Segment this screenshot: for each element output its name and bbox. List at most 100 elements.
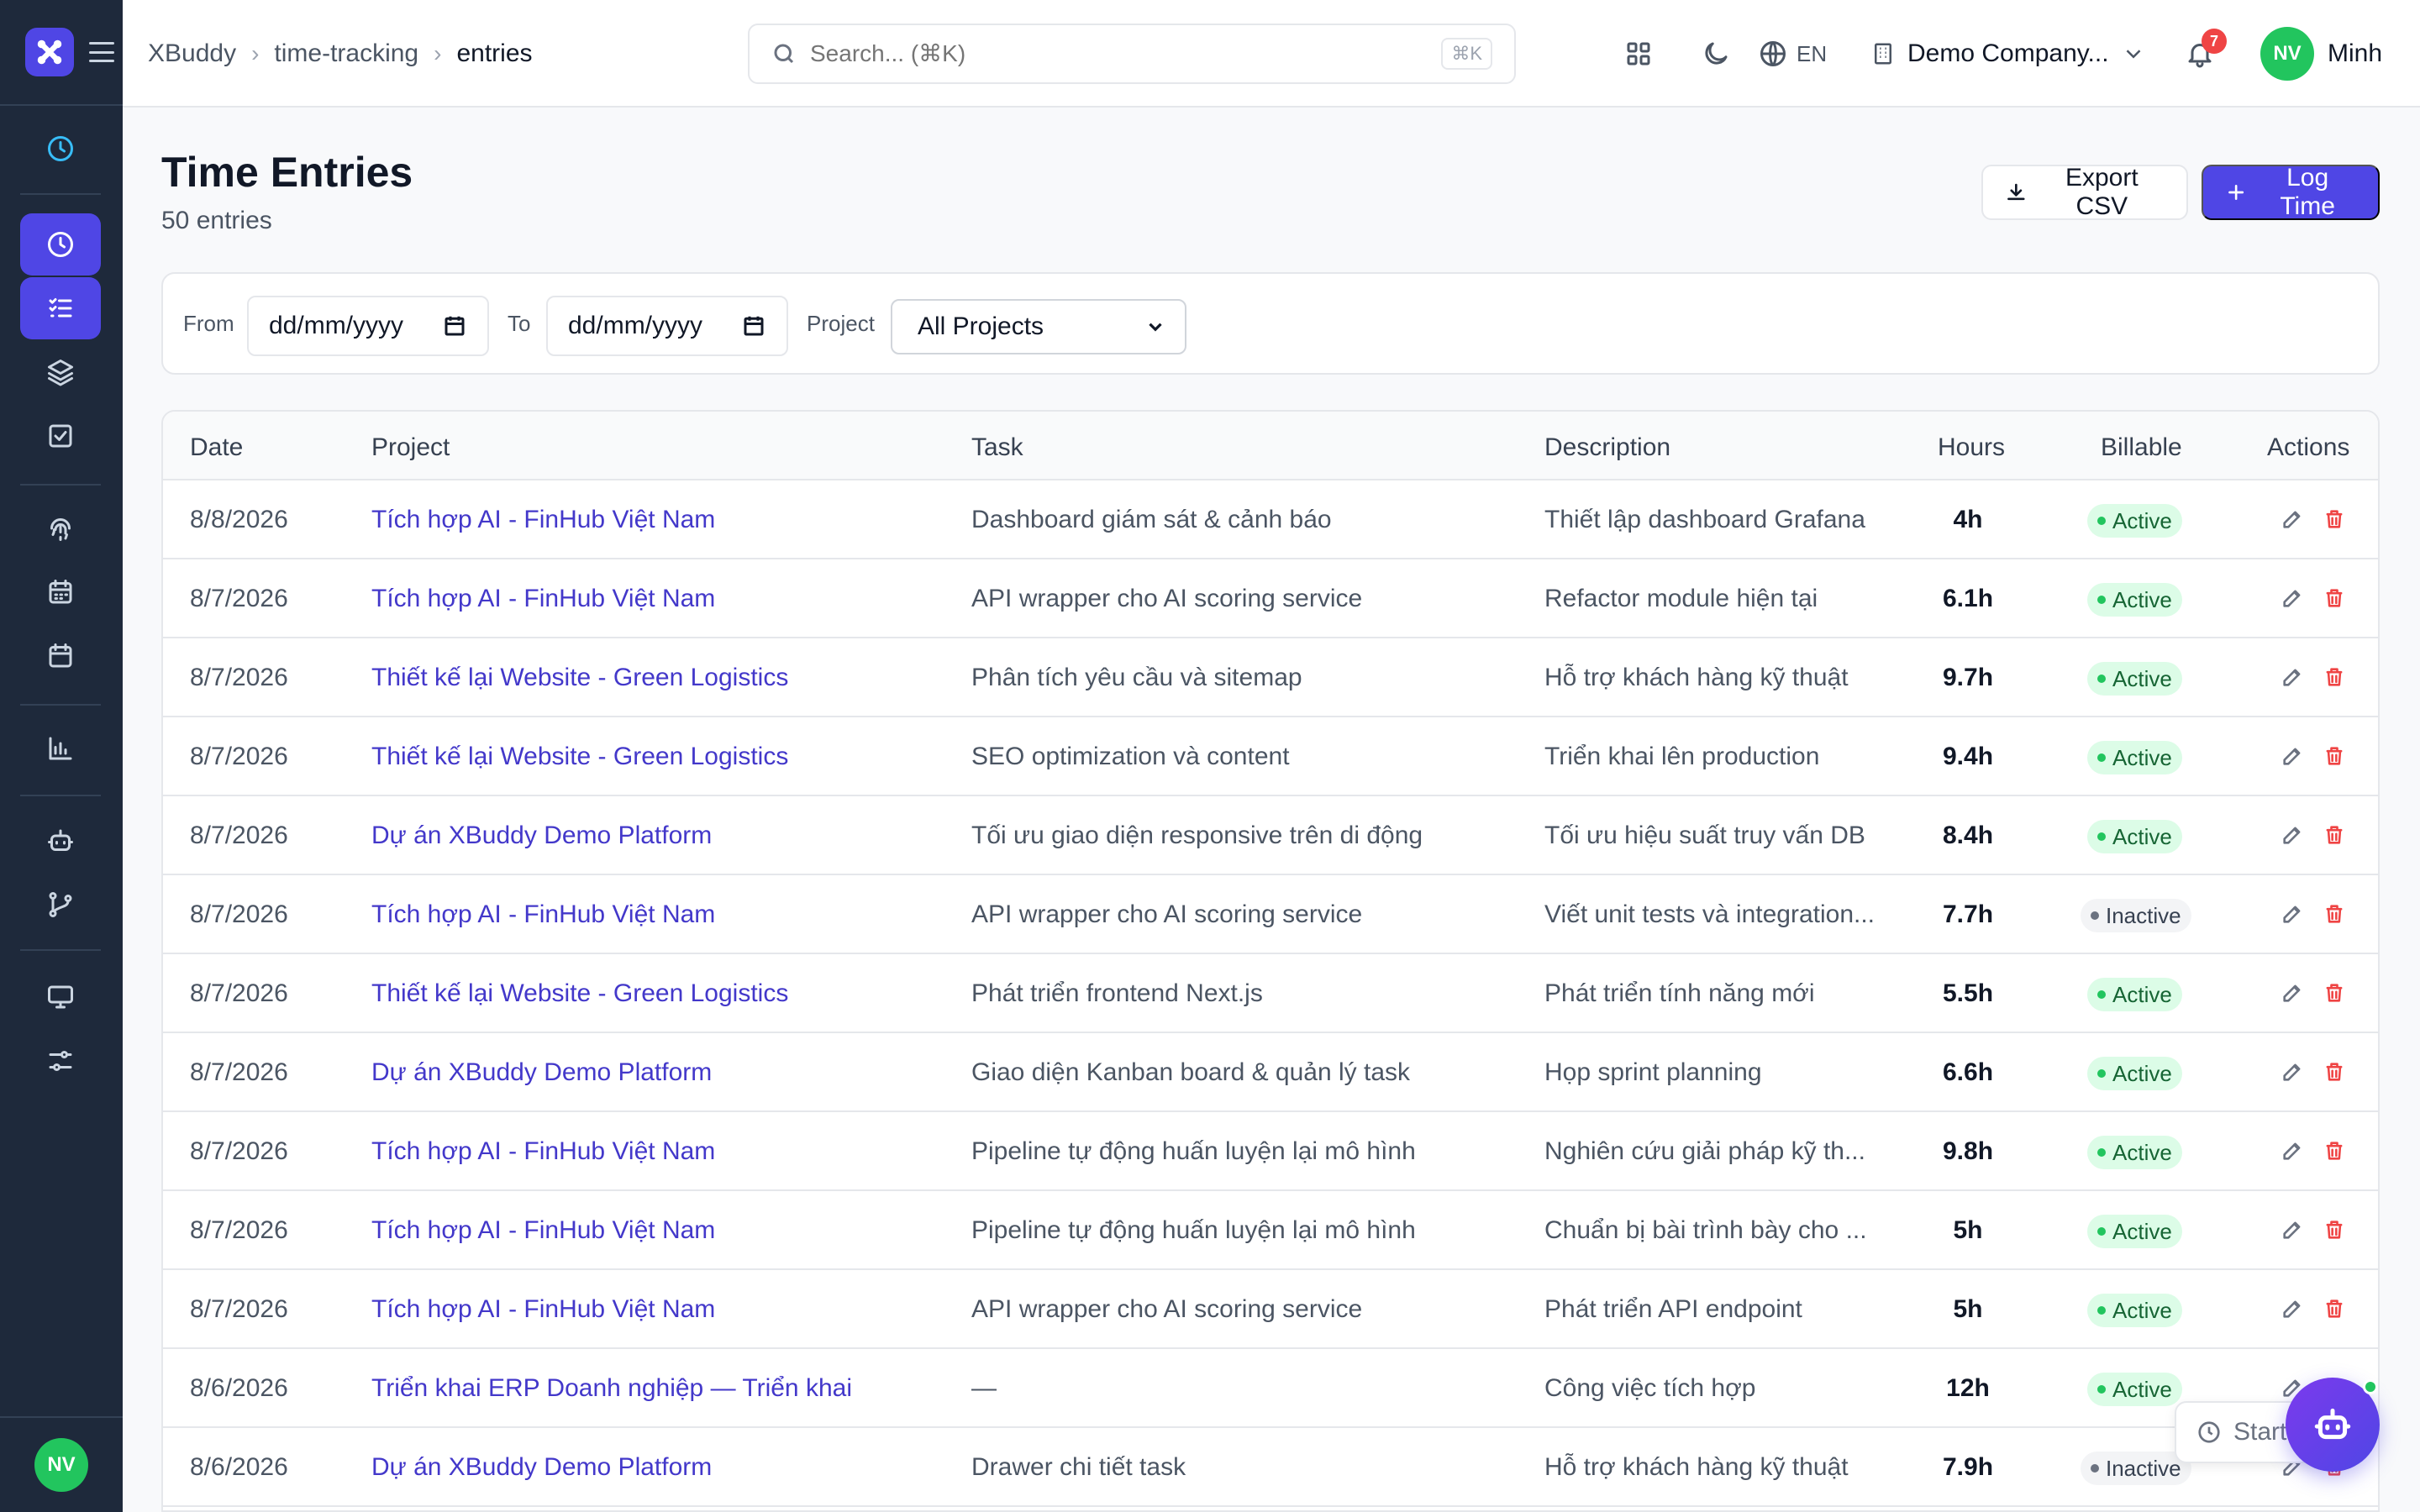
delete-entry-button[interactable] <box>2321 1216 2348 1243</box>
sidebar-item-workflows[interactable] <box>20 874 101 936</box>
delete-entry-button[interactable] <box>2321 585 2348 612</box>
sidebar-item-entries[interactable] <box>20 277 101 339</box>
delete-entry-button[interactable] <box>2321 1058 2348 1085</box>
entry-description: Công việc tích hợp <box>1544 1374 1756 1402</box>
edit-entry-button[interactable] <box>2279 979 2306 1006</box>
column-header-task[interactable]: Task <box>971 433 1023 462</box>
sidebar-divider <box>20 484 101 486</box>
column-header-project[interactable]: Project <box>371 433 450 462</box>
table-row[interactable]: 8/7/2026 Tích hợp AI - FinHub Việt Nam API… <box>163 875 2378 954</box>
edit-entry-button[interactable] <box>2279 1058 2306 1085</box>
sidebar-item-calendar[interactable] <box>20 625 101 687</box>
entry-project-link[interactable]: Tích hợp AI - FinHub Việt Nam <box>371 1137 715 1166</box>
sidebar-item-time-tracking[interactable] <box>20 213 101 276</box>
delete-entry-button[interactable] <box>2321 664 2348 690</box>
sidebar-item-settings[interactable] <box>20 1030 101 1092</box>
sidebar-divider <box>20 949 101 951</box>
global-search[interactable]: ⌘K <box>748 24 1516 84</box>
entry-project-link[interactable]: Thiết kế lại Website - Green Logistics <box>371 979 788 1008</box>
app-logo[interactable] <box>25 28 74 76</box>
entry-project-link[interactable]: Thiết kế lại Website - Green Logistics <box>371 743 788 771</box>
entry-project-link[interactable]: Dự án XBuddy Demo Platform <box>371 822 712 850</box>
fingerprint-icon <box>50 518 71 541</box>
delete-entry-button[interactable] <box>2321 506 2348 533</box>
delete-entry-button[interactable] <box>2321 1295 2348 1322</box>
entry-project-link[interactable]: Thiết kế lại Website - Green Logistics <box>371 664 788 692</box>
column-header-hours[interactable]: Hours <box>1938 433 2005 462</box>
project-select[interactable]: All Projects <box>891 299 1186 354</box>
table-row[interactable]: 8/7/2026 Tích hợp AI - FinHub Việt Nam API… <box>163 559 2378 638</box>
from-date-input[interactable]: dd/mm/yyyy <box>247 296 489 356</box>
column-header-billable[interactable]: Billable <box>2101 433 2182 462</box>
column-header-description[interactable]: Description <box>1544 433 1670 462</box>
edit-entry-button[interactable] <box>2279 585 2306 612</box>
billable-status-badge: Active <box>2087 978 2182 1011</box>
sidebar-item-projects[interactable] <box>20 341 101 403</box>
sidebar-item-ai-assistant[interactable] <box>20 810 101 872</box>
theme-toggle-button[interactable] <box>1694 32 1738 76</box>
sidebar-item-devices[interactable] <box>20 966 101 1028</box>
table-row[interactable]: 8/6/2026 Triển khai ERP Doanh nghiệp — Tr… <box>163 1349 2378 1428</box>
edit-entry-button[interactable] <box>2279 1295 2306 1322</box>
table-row[interactable]: 8/7/2026 Tích hợp AI - FinHub Việt Nam API… <box>163 1270 2378 1349</box>
billable-status-badge: Active <box>2087 1057 2182 1090</box>
entry-project-link[interactable]: Triển khai ERP Doanh nghiệp — Triển khai <box>371 1374 852 1403</box>
entry-project-link[interactable]: Tích hợp AI - FinHub Việt Nam <box>371 506 715 534</box>
language-switcher[interactable]: EN <box>1758 32 1827 76</box>
sidebar-item-attendance[interactable] <box>20 497 101 559</box>
table-row[interactable]: 8/6/2026 Dự án XBuddy Demo Platform Drawer… <box>163 1428 2378 1507</box>
user-menu[interactable]: NV Minh <box>2260 25 2382 82</box>
search-shortcut: ⌘K <box>1441 38 1492 70</box>
entry-hours: 7.7h <box>1942 900 1994 928</box>
table-row[interactable]: 8/7/2026 Tích hợp AI - FinHub Việt Nam Pip… <box>163 1191 2378 1270</box>
delete-entry-button[interactable] <box>2321 822 2348 848</box>
edit-entry-button[interactable] <box>2279 506 2306 533</box>
billable-status-badge: Active <box>2087 741 2182 774</box>
delete-entry-button[interactable] <box>2321 900 2348 927</box>
entry-project-link[interactable]: Tích hợp AI - FinHub Việt Nam <box>371 900 715 929</box>
column-header-date[interactable]: Date <box>190 433 243 462</box>
sidebar-item-timer[interactable] <box>20 118 101 180</box>
log-time-button[interactable]: Log Time <box>2202 164 2380 220</box>
delete-entry-button[interactable] <box>2321 979 2348 1006</box>
export-csv-button[interactable]: Export CSV <box>1981 164 2188 220</box>
table-row[interactable]: 8/8/2026 Tích hợp AI - FinHub Việt Nam Das… <box>163 480 2378 559</box>
sidebar-avatar[interactable]: NV <box>34 1438 88 1492</box>
table-row[interactable]: 8/7/2026 Dự án XBuddy Demo Platform Giao d… <box>163 1033 2378 1112</box>
table-row[interactable]: 8/7/2026 Dự án XBuddy Demo Platform Tối ưu… <box>163 796 2378 875</box>
entry-project-link[interactable]: Dự án XBuddy Demo Platform <box>371 1058 712 1087</box>
sidebar-item-schedule[interactable] <box>20 561 101 623</box>
status-dot <box>2097 675 2106 683</box>
to-date-input[interactable]: dd/mm/yyyy <box>546 296 788 356</box>
edit-entry-button[interactable] <box>2279 743 2306 769</box>
sidebar-item-tasks[interactable] <box>20 405 101 467</box>
entry-project-link[interactable]: Tích hợp AI - FinHub Việt Nam <box>371 1216 715 1245</box>
delete-entry-button[interactable] <box>2321 743 2348 769</box>
edit-entry-button[interactable] <box>2279 664 2306 690</box>
entry-date: 8/7/2026 <box>190 822 288 849</box>
table-row[interactable]: 8/7/2026 Thiết kế lại Website - Green Log… <box>163 717 2378 796</box>
menu-toggle-icon[interactable] <box>89 42 114 62</box>
edit-entry-button[interactable] <box>2279 822 2306 848</box>
breadcrumb-item-time-tracking[interactable]: time-tracking <box>274 39 418 68</box>
edit-entry-button[interactable] <box>2279 1216 2306 1243</box>
sidebar-item-reports[interactable] <box>20 717 101 780</box>
table-row[interactable]: 8/7/2026 Thiết kế lại Website - Green Log… <box>163 638 2378 717</box>
edit-entry-button[interactable] <box>2279 900 2306 927</box>
to-label: To <box>508 311 531 336</box>
notifications-button[interactable]: 7 <box>2178 29 2227 76</box>
entry-project-link[interactable]: Dự án XBuddy Demo Platform <box>371 1453 712 1482</box>
apps-grid-button[interactable] <box>1617 32 1660 76</box>
table-row[interactable]: 8/7/2026 Thiết kế lại Website - Green Log… <box>163 954 2378 1033</box>
edit-entry-button[interactable] <box>2279 1137 2306 1164</box>
breadcrumb-item-xbuddy[interactable]: XBuddy <box>148 39 236 68</box>
table-row[interactable]: 8/7/2026 Tích hợp AI - FinHub Việt Nam Pip… <box>163 1112 2378 1191</box>
entry-project-link[interactable]: Tích hợp AI - FinHub Việt Nam <box>371 585 715 613</box>
search-input[interactable] <box>810 40 1442 67</box>
delete-entry-button[interactable] <box>2321 1137 2348 1164</box>
entry-hours: 5.5h <box>1942 979 1994 1007</box>
from-label: From <box>183 311 234 336</box>
entry-project-link[interactable]: Tích hợp AI - FinHub Việt Nam <box>371 1295 715 1324</box>
pencil-icon <box>2283 1221 2301 1239</box>
company-switcher[interactable]: Demo Company... <box>1870 32 2146 76</box>
